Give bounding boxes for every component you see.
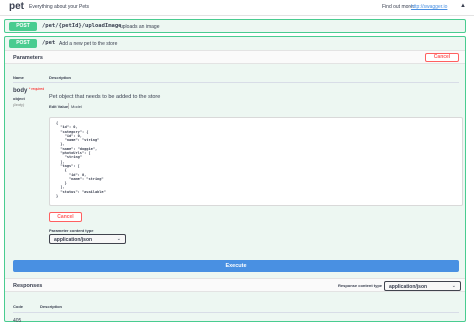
operation-summary: uploads an image — [120, 24, 160, 30]
chevron-down-icon: ⌄ — [116, 236, 121, 242]
cancel-try-button[interactable]: Cancel — [425, 53, 459, 62]
select-value: application/json — [54, 237, 93, 243]
tag-name: pet — [9, 1, 24, 12]
external-docs-link[interactable]: http://swagger.io — [411, 4, 447, 10]
parameters-header: Parameters Cancel — [5, 50, 465, 64]
body-json-textarea[interactable]: { "id": 0, "category": { "id": 0, "name"… — [49, 117, 463, 206]
external-docs-label: Find out more: — [382, 4, 415, 10]
method-badge: POST — [9, 22, 37, 31]
responses-title: Responses — [13, 283, 43, 289]
param-name: body — [13, 88, 28, 94]
param-description: Pet object that needs to be added to the… — [49, 94, 161, 100]
param-type: object — [13, 96, 25, 101]
response-content-type-select[interactable]: application/json ⌄ — [384, 281, 461, 291]
response-code: 405 — [13, 318, 22, 324]
method-badge[interactable]: POST — [9, 39, 37, 48]
operation-summary[interactable]: Add a new pet to the store — [59, 41, 117, 47]
divider — [13, 82, 459, 83]
body-json-content: { "id": 0, "category": { "id": 0, "name"… — [56, 121, 106, 199]
response-content-type-label: Response content type — [338, 283, 383, 288]
operation-add-pet: POST /pet Add a new pet to the store Par… — [4, 36, 466, 324]
select-value: application/json — [389, 284, 428, 290]
column-description-header: Description — [40, 304, 63, 309]
operation-path[interactable]: /pet — [42, 40, 55, 46]
cancel-button[interactable]: Cancel — [49, 212, 82, 222]
chevron-up-icon[interactable]: ▲ — [460, 3, 466, 9]
chevron-down-icon: ⌄ — [451, 283, 456, 289]
tab-model[interactable]: Model — [71, 104, 82, 109]
column-code-header: Code — [13, 304, 23, 309]
responses-header: Responses Response content type applicat… — [5, 278, 465, 292]
parameter-content-type-select[interactable]: application/json ⌄ — [49, 234, 126, 244]
tab-divider — [68, 103, 69, 109]
tag-header[interactable]: pet Everything about your Pets Find out … — [0, 0, 474, 16]
operation-path: /pet/{petId}/uploadImage — [42, 23, 122, 29]
column-description-header: Description — [49, 75, 72, 80]
tag-description: Everything about your Pets — [29, 4, 90, 10]
param-location: (body) — [13, 102, 25, 107]
column-name-header: Name — [13, 75, 24, 80]
operation-upload-image[interactable]: POST /pet/{petId}/uploadImage uploads an… — [4, 19, 466, 33]
tab-edit-value[interactable]: Edit Value — [49, 104, 68, 109]
parameters-title: Parameters — [13, 55, 43, 61]
param-required-badge: * required — [29, 87, 45, 91]
execute-button[interactable]: Execute — [13, 260, 459, 272]
divider — [13, 312, 459, 313]
parameter-content-type-label: Parameter content type — [49, 228, 94, 233]
